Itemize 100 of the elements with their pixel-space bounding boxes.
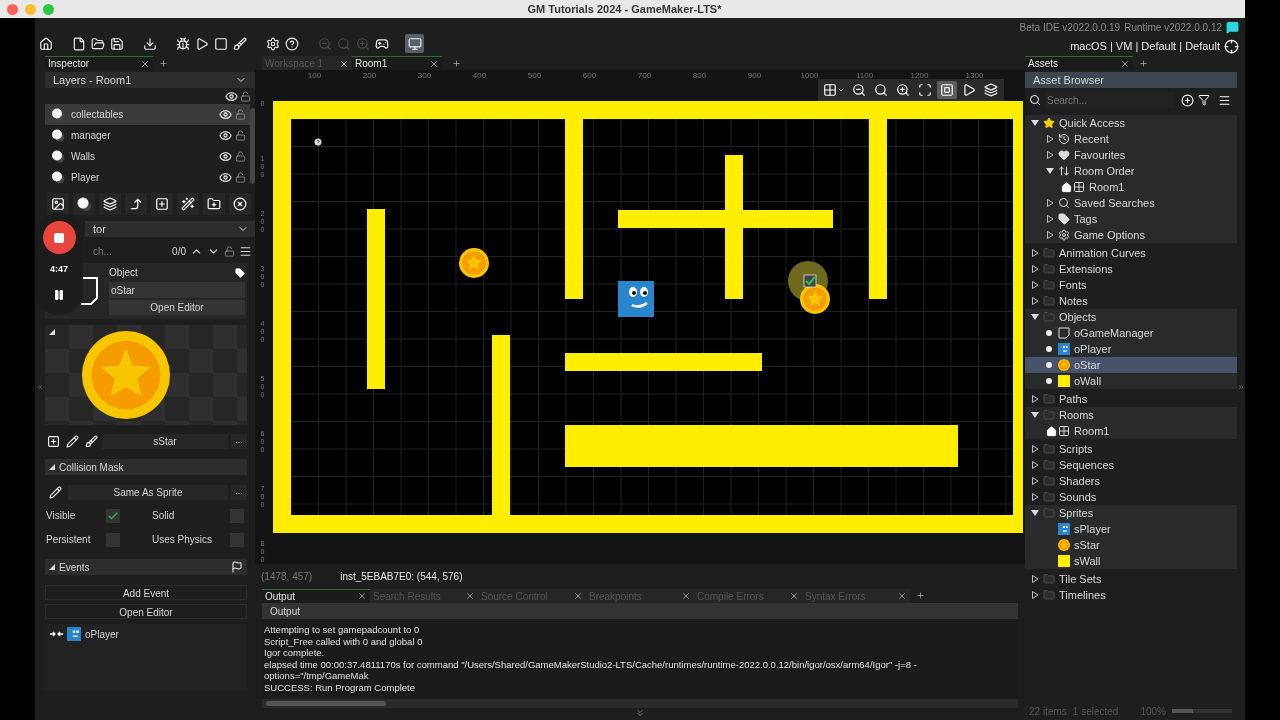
tree-item[interactable]: Scripts xyxy=(1025,441,1237,457)
layer-tool-button[interactable] xyxy=(47,193,69,215)
layer-item[interactable]: Player xyxy=(45,167,250,188)
tree-item[interactable]: oWall xyxy=(1025,373,1237,389)
room-tool-button[interactable] xyxy=(937,81,957,99)
tree-item[interactable]: sWall xyxy=(1025,553,1237,569)
tree-item[interactable]: oGameManager xyxy=(1025,325,1237,341)
collapsed-arrow-icon[interactable] xyxy=(1031,249,1039,257)
expanded-arrow-icon[interactable] xyxy=(1031,411,1039,419)
collapsed-arrow-icon[interactable] xyxy=(1031,281,1039,289)
collapsed-arrow-icon[interactable] xyxy=(1031,297,1039,305)
tree-item[interactable]: Animation Curves xyxy=(1025,245,1237,261)
target-selector[interactable]: macOS | VM | Default | Default xyxy=(1070,38,1220,55)
tree-item[interactable]: Recent xyxy=(1025,131,1237,147)
mask-selector[interactable]: Same As Sprite xyxy=(68,484,228,500)
expanded-arrow-icon[interactable] xyxy=(1046,167,1054,175)
tree-item[interactable]: Room Order xyxy=(1025,163,1237,179)
collapsed-arrow-icon[interactable] xyxy=(1046,199,1054,207)
event-item[interactable]: oPlayer xyxy=(45,626,247,642)
collapsed-arrow-icon[interactable] xyxy=(1046,215,1054,223)
open-editor-button[interactable]: Open Editor xyxy=(109,300,245,315)
search-field[interactable]: Search... xyxy=(1045,92,1173,108)
tree-item[interactable]: Notes xyxy=(1025,293,1237,309)
tree-item[interactable]: Rooms xyxy=(1025,407,1237,423)
lock-icon xyxy=(224,245,235,257)
panel-tab[interactable]: Assets xyxy=(1025,56,1133,70)
tree-item[interactable]: Timelines xyxy=(1025,587,1237,603)
collapsed-arrow-icon[interactable] xyxy=(1031,575,1039,583)
zoom-icon xyxy=(336,36,351,51)
tree-item[interactable]: Shaders xyxy=(1025,473,1237,489)
tree-item[interactable]: Room1 xyxy=(1025,179,1237,195)
tree-item[interactable]: oPlayer xyxy=(1025,341,1237,357)
tree-item[interactable]: Tile Sets xyxy=(1025,571,1237,587)
layer-item[interactable]: Walls xyxy=(45,146,250,167)
zoom-slider[interactable] xyxy=(1171,709,1232,713)
expanded-arrow-icon[interactable] xyxy=(1031,119,1039,127)
gamepad-icon xyxy=(374,36,389,51)
ruler-label: 600 xyxy=(581,70,598,82)
edit-sprite-button[interactable] xyxy=(64,433,80,449)
collapsed-arrow-icon[interactable] xyxy=(1031,461,1039,469)
checkbox[interactable] xyxy=(106,508,120,523)
expanded-triangle-icon xyxy=(49,564,55,570)
stop-recording-button[interactable] xyxy=(42,221,76,254)
collapsed-arrow-icon[interactable] xyxy=(1046,231,1054,239)
panel-tab[interactable]: Output xyxy=(262,588,370,603)
panel-tab[interactable]: Inspector xyxy=(45,56,153,70)
layer-tool-button[interactable] xyxy=(203,193,225,215)
layer-tool-button[interactable] xyxy=(177,193,199,215)
section-header[interactable]: Events xyxy=(45,559,247,575)
new-sprite-button[interactable] xyxy=(45,433,61,449)
expanded-arrow-icon[interactable] xyxy=(1031,313,1039,321)
collapsed-arrow-icon[interactable] xyxy=(1031,591,1039,599)
search-field[interactable]: ch... xyxy=(85,243,169,259)
tree-item[interactable]: Quick Access xyxy=(1025,115,1237,131)
scrollbar[interactable] xyxy=(250,108,255,184)
tree-item[interactable]: oStar xyxy=(1025,357,1237,373)
tree-item[interactable]: sStar xyxy=(1025,537,1237,553)
layers-dropdown[interactable]: Layers - Room1 xyxy=(45,72,255,88)
layer-tool-button[interactable] xyxy=(151,193,173,215)
collapsed-arrow-icon[interactable] xyxy=(1046,135,1054,143)
sprite-brush-button[interactable] xyxy=(83,433,99,449)
collapsed-arrow-icon[interactable] xyxy=(1031,493,1039,501)
sprite-selector[interactable]: sStar xyxy=(102,433,228,449)
tree-item[interactable]: Favourites xyxy=(1025,147,1237,163)
collapsed-arrow-icon[interactable] xyxy=(1031,395,1039,403)
properties-dropdown[interactable]: tor xyxy=(85,221,255,237)
ide-version: Beta IDE v2022.0.0.19 xyxy=(1019,21,1121,35)
panel-tab[interactable]: Room1 xyxy=(352,56,442,70)
tree-item[interactable]: Objects xyxy=(1025,309,1237,325)
layer-tool-button[interactable] xyxy=(229,193,251,215)
tree-item[interactable]: Sounds xyxy=(1025,489,1237,505)
tree-item[interactable]: Sequences xyxy=(1025,457,1237,473)
object-name-field[interactable]: oStar xyxy=(109,282,245,298)
layer-item[interactable]: collectables xyxy=(45,104,250,125)
collapsed-arrow-icon[interactable] xyxy=(1031,445,1039,453)
expanded-arrow-icon[interactable] xyxy=(1031,509,1039,517)
home-icon xyxy=(1061,181,1072,193)
section-header[interactable]: Collision Mask xyxy=(45,459,247,475)
tree-item[interactable]: Sprites xyxy=(1025,505,1237,521)
collapsed-arrow-icon[interactable] xyxy=(1046,151,1054,159)
horizontal-scrollbar[interactable] xyxy=(262,699,1018,708)
tree-item[interactable]: Fonts xyxy=(1025,277,1237,293)
collapsed-arrow-icon[interactable] xyxy=(1031,265,1039,273)
tree-item[interactable]: sPlayer xyxy=(1025,521,1237,537)
collapsed-arrow-icon[interactable] xyxy=(1031,477,1039,485)
tree-item[interactable]: Room1 xyxy=(1025,423,1237,439)
tree-item[interactable]: Tags xyxy=(1025,211,1237,227)
layer-tool-button[interactable] xyxy=(99,193,121,215)
tree-item[interactable]: Game Options xyxy=(1025,227,1237,243)
mask-more-button[interactable]: ... xyxy=(231,484,247,500)
tree-item[interactable]: Paths xyxy=(1025,391,1237,407)
add-event-button[interactable]: Add Event xyxy=(45,585,247,600)
layer-tool-button[interactable] xyxy=(125,193,147,215)
layer-tool-button[interactable] xyxy=(73,193,95,215)
checkbox-label: Visible xyxy=(46,509,77,523)
tree-item[interactable]: Saved Searches xyxy=(1025,195,1237,211)
open-editor-button[interactable]: Open Editor xyxy=(45,604,247,619)
tree-item[interactable]: Extensions xyxy=(1025,261,1237,277)
sprite-more-button[interactable]: ... xyxy=(231,433,247,449)
layer-item[interactable]: manager xyxy=(45,125,250,146)
